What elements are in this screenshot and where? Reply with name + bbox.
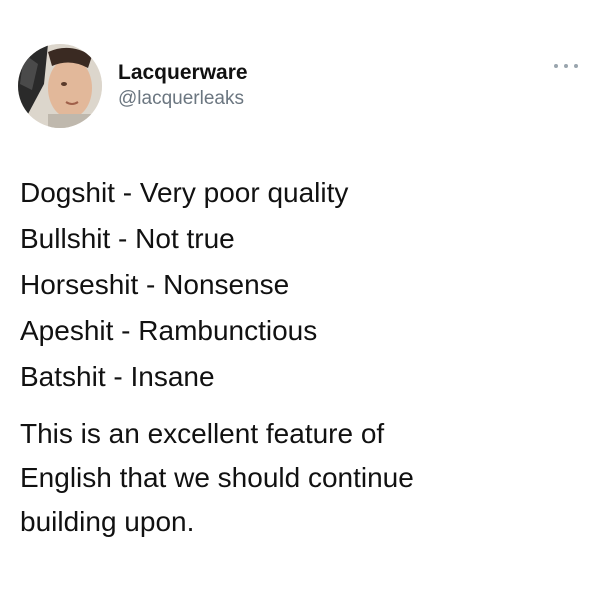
definition-line: Batshit - Insane — [20, 361, 215, 392]
author-names: Lacquerware @lacquerleaks — [118, 60, 248, 112]
definition-line: Bullshit - Not true — [20, 223, 235, 254]
more-options-icon[interactable] — [554, 60, 578, 72]
tweet-paragraph: This is an excellent feature of English … — [20, 412, 580, 544]
avatar[interactable] — [18, 44, 102, 128]
avatar-image — [18, 44, 102, 128]
more-dot — [554, 64, 558, 68]
tweet-header: Lacquerware @lacquerleaks — [18, 44, 248, 128]
display-name[interactable]: Lacquerware — [118, 60, 248, 86]
user-handle[interactable]: @lacquerleaks — [118, 86, 248, 112]
definition-list: Dogshit - Very poor quality Bullshit - N… — [20, 170, 580, 400]
paragraph-line: building upon. — [20, 506, 195, 537]
paragraph-line: English that we should continue — [20, 462, 414, 493]
more-dot — [574, 64, 578, 68]
definition-line: Horseshit - Nonsense — [20, 269, 290, 300]
definition-line: Dogshit - Very poor quality — [20, 177, 349, 208]
tweet-body: Dogshit - Very poor quality Bullshit - N… — [20, 170, 580, 544]
tweet-card: Lacquerware @lacquerleaks Dogshit - Very… — [0, 0, 600, 600]
more-dot — [564, 64, 568, 68]
definition-line: Apeshit - Rambunctious — [20, 315, 318, 346]
paragraph-line: This is an excellent feature of — [20, 418, 385, 449]
